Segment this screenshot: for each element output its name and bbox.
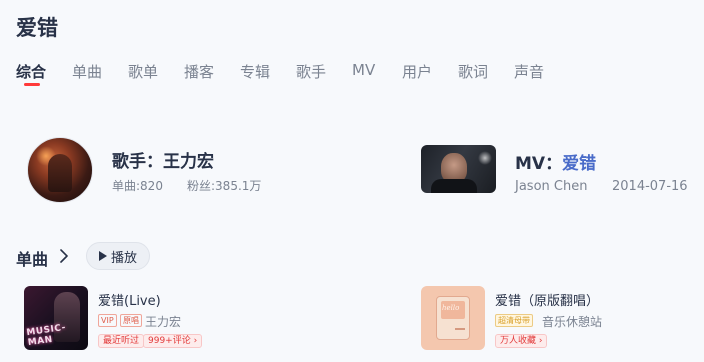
cover-logo: MUSIC-MAN xyxy=(25,322,67,349)
tab-albums[interactable]: 专辑 xyxy=(240,61,270,82)
tab-comprehensive[interactable]: 综合 xyxy=(16,61,46,82)
thumbnail-light xyxy=(478,151,492,165)
tab-mv[interactable]: MV xyxy=(352,61,375,79)
page-title: 爱错 xyxy=(16,16,58,40)
favorites-pill-label: 万人收藏 xyxy=(500,336,537,346)
play-icon xyxy=(98,251,107,261)
song-artist[interactable]: 音乐休憩站 xyxy=(542,313,602,330)
tab-lyrics[interactable]: 歌词 xyxy=(458,61,488,82)
mv-thumbnail[interactable] xyxy=(421,145,496,193)
chevron-right-icon[interactable] xyxy=(59,249,69,263)
favorites-pill[interactable]: 万人收藏 › xyxy=(495,334,548,348)
mv-date: 2014-07-16 xyxy=(612,179,688,194)
singer-name[interactable]: 歌手：王力宏 xyxy=(112,147,214,172)
song-cover[interactable]: MUSIC-MAN xyxy=(24,286,88,350)
songs-section-title[interactable]: 单曲 xyxy=(16,246,48,270)
song-artist[interactable]: 王力宏 xyxy=(145,313,181,330)
hq-master-badge: 超清母带 xyxy=(495,314,533,327)
comments-pill-label: 999+评论 xyxy=(148,336,191,346)
tab-users[interactable]: 用户 xyxy=(402,61,432,82)
cover-hello: hello xyxy=(442,304,460,312)
song-title[interactable]: 爱错（原版翻唱） xyxy=(495,290,599,309)
tab-underline xyxy=(24,83,40,86)
singer-song-count: 单曲:820 xyxy=(112,179,163,193)
tab-voices[interactable]: 声音 xyxy=(514,61,544,82)
mv-title-highlight: 爱错 xyxy=(562,154,597,174)
avatar-figure xyxy=(48,154,72,192)
play-all-button[interactable]: 播放 xyxy=(86,242,150,270)
thumbnail-body xyxy=(431,179,477,193)
mv-title[interactable]: MV：爱错 xyxy=(515,149,596,174)
mv-artist[interactable]: Jason Chen xyxy=(515,179,587,194)
play-all-label: 播放 xyxy=(110,250,137,266)
singer-fan-count: 粉丝:385.1万 xyxy=(187,179,262,193)
song-title[interactable]: 爱错(Live) xyxy=(98,290,161,309)
singer-avatar[interactable] xyxy=(27,137,93,203)
cover-slot xyxy=(455,328,465,330)
tab-playlists[interactable]: 歌单 xyxy=(128,61,158,82)
tab-podcasts[interactable]: 播客 xyxy=(184,61,214,82)
tab-singers[interactable]: 歌手 xyxy=(296,61,326,82)
mv-prefix: MV： xyxy=(515,154,563,174)
original-badge: 原唱 xyxy=(120,314,142,327)
song-cover[interactable]: hello xyxy=(421,286,485,350)
recently-played-pill: 最近听过 xyxy=(98,334,145,348)
comments-pill[interactable]: 999+评论 › xyxy=(143,334,203,348)
tab-songs[interactable]: 单曲 xyxy=(72,61,102,82)
vip-badge: VIP xyxy=(98,314,117,327)
